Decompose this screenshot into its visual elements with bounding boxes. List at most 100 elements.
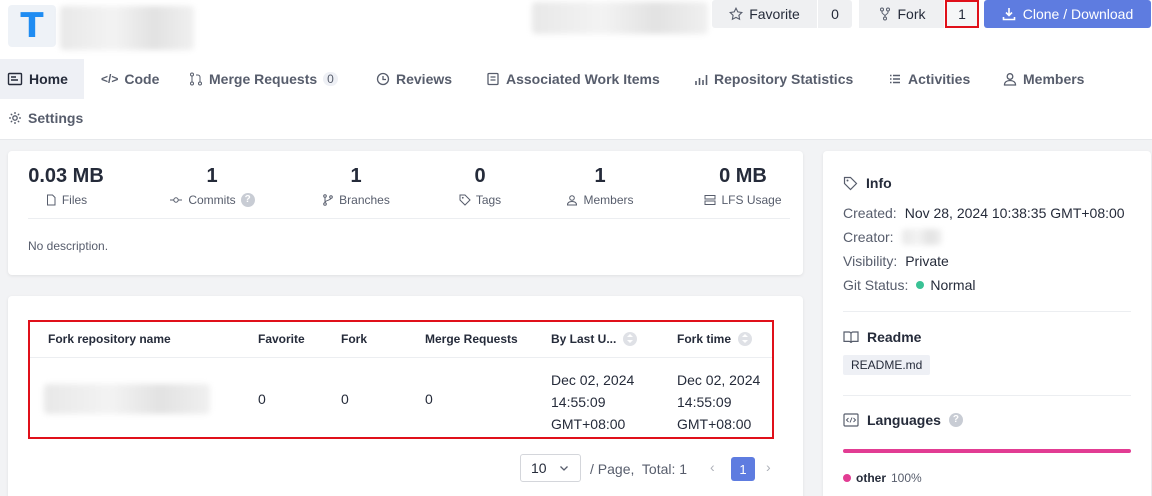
git-status-value: Normal <box>930 277 976 293</box>
created-value: Nov 28, 2024 10:38:35 GMT+08:00 <box>904 205 1125 221</box>
fork-label: Fork <box>897 6 926 22</box>
home-icon <box>7 71 23 87</box>
time-line: 14:55:09 <box>677 394 732 410</box>
tab-label: Settings <box>28 110 84 126</box>
divider <box>843 311 1131 312</box>
stat-branches[interactable]: 1 Branches <box>318 165 394 207</box>
col-header-fork-name: Fork repository name <box>48 332 171 346</box>
creator-redacted[interactable] <box>901 229 942 245</box>
tab-repository-statistics[interactable]: Repository Statistics <box>694 59 853 99</box>
col-header-merge-requests: Merge Requests <box>425 332 518 346</box>
clone-label: Clone / Download <box>1022 6 1134 22</box>
code-icon: </> <box>101 72 119 86</box>
forks-table: Fork repository name Favorite Fork Merge… <box>28 320 774 439</box>
stat-value: 0 MB <box>719 165 767 187</box>
favorite-button[interactable]: Favorite <box>712 0 818 28</box>
sort-icon[interactable] <box>738 332 753 346</box>
tab-code[interactable]: </> Code <box>101 59 159 99</box>
col-header-fork-time[interactable]: Fork time <box>677 332 753 346</box>
prev-page-button[interactable]: ‹ <box>710 459 715 475</box>
page-size-value: 10 <box>531 460 547 476</box>
favorite-count[interactable]: 0 <box>818 0 852 28</box>
languages-section-title: Languages ? <box>843 412 963 428</box>
help-icon[interactable]: ? <box>240 193 255 207</box>
divider <box>843 395 1131 396</box>
total-label: Total: 1 <box>641 461 688 477</box>
workitem-icon <box>486 72 500 86</box>
file-icon <box>45 194 57 206</box>
clone-download-button[interactable]: Clone / Download <box>984 0 1151 28</box>
cell-fork: 0 <box>341 391 349 407</box>
col-header-favorite: Favorite <box>258 332 305 346</box>
download-icon <box>1002 7 1016 21</box>
stat-label: Commits <box>188 193 236 207</box>
tab-label: Reviews <box>396 71 453 87</box>
tab-home[interactable]: Home <box>0 59 84 99</box>
tab-associated-work-items[interactable]: Associated Work Items <box>486 59 660 99</box>
help-icon[interactable]: ? <box>948 413 963 427</box>
col-header-last-update[interactable]: By Last U... <box>551 332 638 346</box>
tab-label: Code <box>124 71 160 87</box>
stat-label: Members <box>583 193 634 207</box>
stat-files[interactable]: 0.03 MB Files <box>28 165 104 207</box>
cell-fork-time: Dec 02, 2024 14:55:09 GMT+08:00 <box>677 369 760 435</box>
readme-file-link[interactable]: README.md <box>843 355 931 375</box>
tab-label: Merge Requests <box>209 71 318 87</box>
tab-label: Activities <box>908 71 971 87</box>
time-line: 14:55:09 <box>551 394 606 410</box>
language-percent: 100% <box>891 471 922 485</box>
repo-header: T Favorite 0 Fork 1 Clone / Download Hom… <box>0 0 1152 140</box>
stat-label: Files <box>61 193 88 207</box>
stat-tags[interactable]: 0 Tags <box>452 165 508 207</box>
stat-lfs-usage[interactable]: 0 MB LFS Usage <box>698 165 788 207</box>
stat-value: 1 <box>594 165 606 187</box>
stat-members[interactable]: 1 Members <box>562 165 638 207</box>
fork-repo-name-redacted[interactable] <box>44 384 210 414</box>
cell-last-update: Dec 02, 2024 14:55:09 GMT+08:00 <box>551 369 634 435</box>
page-size-select[interactable]: 10 <box>520 454 581 482</box>
repo-logo: T <box>8 5 56 47</box>
page-1-button[interactable]: 1 <box>731 457 755 481</box>
tab-label: Associated Work Items <box>506 71 660 87</box>
gear-icon <box>8 111 22 125</box>
tab-merge-requests[interactable]: Merge Requests 0 <box>189 59 338 99</box>
col-header-label: By Last U... <box>551 332 617 346</box>
merge-requests-count-badge: 0 <box>323 72 338 86</box>
repo-stats-card: 0.03 MB Files 1 Commits? 1 Branches 0 Ta… <box>8 151 803 275</box>
storage-icon <box>704 194 716 206</box>
sort-icon[interactable] <box>623 332 638 346</box>
fork-button[interactable]: Fork <box>859 0 945 28</box>
stat-value: 1 <box>206 165 218 187</box>
tab-label: Members <box>1023 71 1085 87</box>
language-item: other 100% <box>843 471 922 485</box>
repo-info-card: Info Created: Nov 28, 2024 10:38:35 GMT+… <box>823 151 1151 496</box>
stat-value: 0.03 MB <box>28 165 104 187</box>
favorite-label: Favorite <box>749 6 800 22</box>
members-icon <box>566 194 578 206</box>
divider <box>28 218 790 219</box>
header-divider <box>30 357 772 358</box>
tab-settings[interactable]: Settings <box>8 98 83 138</box>
git-status-label: Git Status: <box>843 277 909 293</box>
tab-activities[interactable]: Activities <box>888 59 970 99</box>
stat-commits[interactable]: 1 Commits? <box>166 165 258 207</box>
cell-merge-requests: 0 <box>425 391 433 407</box>
date-line: Dec 02, 2024 <box>677 372 761 388</box>
tab-reviews[interactable]: Reviews <box>376 59 452 99</box>
commit-icon <box>169 194 183 206</box>
readme-section-title: Readme <box>843 329 921 345</box>
tab-members[interactable]: Members <box>1003 59 1084 99</box>
pagination-summary: / Page, Total: 1 <box>590 461 687 477</box>
star-icon <box>729 7 744 21</box>
date-line: Dec 02, 2024 <box>551 372 635 388</box>
tag-icon <box>459 194 471 206</box>
stat-label: Tags <box>475 193 502 207</box>
info-title: Info <box>866 175 892 191</box>
col-header-fork: Fork <box>341 332 368 346</box>
timezone-line: GMT+08:00 <box>677 416 752 432</box>
info-creator: Creator: <box>843 229 942 245</box>
forks-card: Fork repository name Favorite Fork Merge… <box>8 296 803 496</box>
chevron-down-icon <box>559 463 569 473</box>
fork-count[interactable]: 1 <box>945 0 979 28</box>
next-page-button[interactable]: › <box>766 459 771 475</box>
